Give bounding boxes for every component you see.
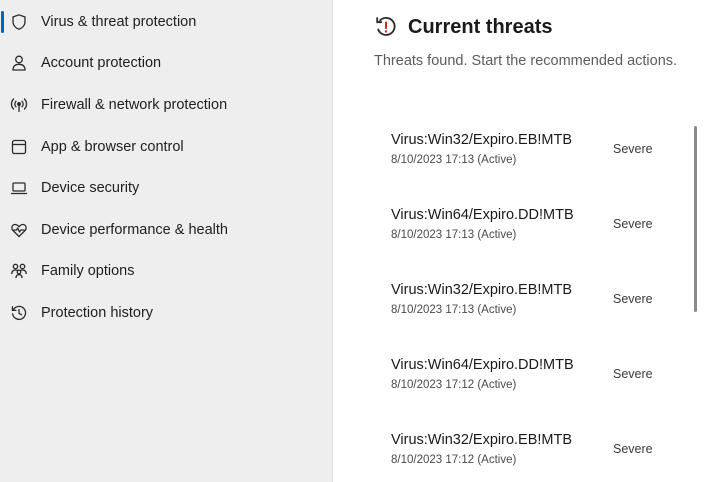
threat-severity: Severe (613, 217, 653, 231)
sidebar-item-label: Virus & threat protection (41, 14, 197, 30)
shield-icon (10, 13, 28, 31)
threat-row[interactable]: Virus:Win64/Expiro.DD!MTB 8/10/2023 17:1… (334, 356, 720, 404)
threat-severity: Severe (613, 442, 653, 456)
history-icon (10, 304, 28, 322)
sidebar-item-virus-threat-protection[interactable]: Virus & threat protection (0, 2, 333, 42)
sidebar-item-app-browser-control[interactable]: App & browser control (0, 127, 333, 167)
threat-severity: Severe (613, 142, 653, 156)
sidebar-item-label: Account protection (41, 55, 162, 71)
active-indicator (1, 11, 4, 33)
sidebar-item-label: Device security (41, 180, 140, 196)
browser-window-icon (10, 138, 28, 156)
sidebar-item-label: App & browser control (41, 139, 184, 155)
sidebar-item-label: Protection history (41, 305, 154, 321)
threat-timestamp: 8/10/2023 17:13 (Active) (391, 154, 517, 166)
sidebar-item-protection-history[interactable]: Protection history (0, 293, 333, 333)
threat-name: Virus:Win32/Expiro.EB!MTB (391, 132, 573, 148)
threat-timestamp: 8/10/2023 17:13 (Active) (391, 304, 517, 316)
main-content: Current threats Threats found. Start the… (334, 0, 720, 482)
sidebar-item-account-protection[interactable]: Account protection (0, 43, 333, 83)
threat-name: Virus:Win64/Expiro.DD!MTB (391, 357, 574, 373)
sidebar-item-device-security[interactable]: Device security (0, 168, 333, 208)
person-icon (10, 54, 28, 72)
threat-severity: Severe (613, 292, 653, 306)
sidebar-nav: Virus & threat protection Account protec… (0, 0, 333, 482)
threat-row[interactable]: Virus:Win32/Expiro.EB!MTB 8/10/2023 17:1… (334, 431, 720, 479)
sidebar-item-label: Family options (41, 263, 135, 279)
threat-timestamp: 8/10/2023 17:12 (Active) (391, 454, 517, 466)
threat-name: Virus:Win64/Expiro.DD!MTB (391, 207, 574, 223)
heart-pulse-icon (10, 221, 28, 239)
sidebar-item-firewall-network-protection[interactable]: Firewall & network protection (0, 85, 333, 125)
threat-list: Virus:Win32/Expiro.EB!MTB 8/10/2023 17:1… (334, 0, 720, 482)
sidebar-item-family-options[interactable]: Family options (0, 251, 333, 291)
threat-row[interactable]: Virus:Win32/Expiro.EB!MTB 8/10/2023 17:1… (334, 131, 720, 179)
threat-severity: Severe (613, 367, 653, 381)
threat-timestamp: 8/10/2023 17:12 (Active) (391, 379, 517, 391)
threat-name: Virus:Win32/Expiro.EB!MTB (391, 432, 573, 448)
threat-list-scrollbar[interactable] (694, 126, 697, 312)
threat-name: Virus:Win32/Expiro.EB!MTB (391, 282, 573, 298)
threat-row[interactable]: Virus:Win64/Expiro.DD!MTB 8/10/2023 17:1… (334, 206, 720, 254)
laptop-icon (10, 179, 28, 197)
family-icon (10, 262, 28, 280)
threat-timestamp: 8/10/2023 17:13 (Active) (391, 229, 517, 241)
wifi-antenna-icon (10, 96, 28, 114)
threat-row[interactable]: Virus:Win32/Expiro.EB!MTB 8/10/2023 17:1… (334, 281, 720, 329)
sidebar-item-label: Device performance & health (41, 222, 228, 238)
sidebar-item-device-performance-health[interactable]: Device performance & health (0, 210, 333, 250)
sidebar-item-label: Firewall & network protection (41, 97, 228, 113)
